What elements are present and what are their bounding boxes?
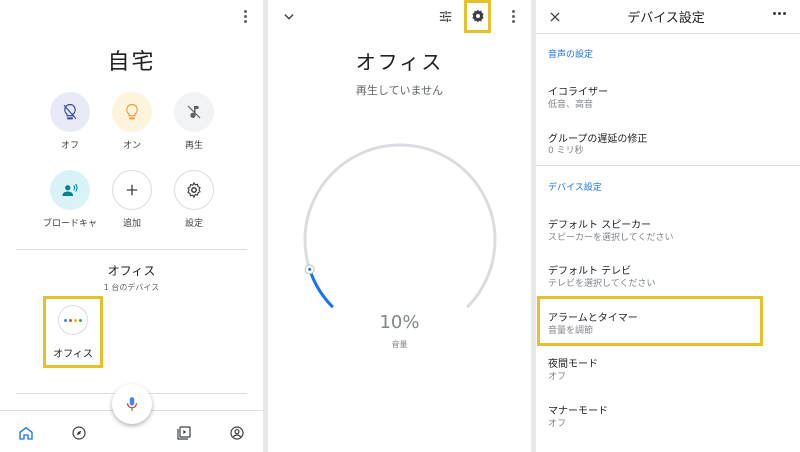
settings-button[interactable] bbox=[174, 170, 214, 210]
home-title: 自宅 bbox=[107, 50, 156, 75]
account-icon[interactable] bbox=[229, 425, 245, 441]
home-icon[interactable] bbox=[18, 425, 34, 441]
play-button[interactable] bbox=[174, 92, 214, 132]
mic-icon bbox=[126, 397, 138, 411]
add-icon bbox=[126, 184, 138, 196]
item-subtitle: テレビを選択してください bbox=[548, 279, 656, 289]
item-subtitle: 0 ミリ秒 bbox=[548, 146, 584, 156]
item-title: イコライザー bbox=[548, 87, 608, 98]
item-subtitle: 低音、高音 bbox=[548, 100, 594, 110]
item-subtitle: 音量を調節 bbox=[548, 326, 594, 336]
bulb-icon bbox=[126, 103, 138, 120]
volume-fill bbox=[308, 268, 334, 309]
item-title: 夜間モード bbox=[548, 359, 598, 370]
close-icon[interactable] bbox=[548, 10, 562, 24]
bulb-off-icon bbox=[63, 103, 77, 120]
item-title: アラームとタイマー bbox=[548, 313, 638, 324]
volume-knob-center bbox=[308, 267, 312, 271]
item-subtitle: オフ bbox=[548, 419, 567, 429]
gear-icon bbox=[187, 181, 201, 199]
broadcast-icon bbox=[62, 183, 78, 196]
item-title: デフォルト スピーカー bbox=[548, 220, 652, 231]
media-icon[interactable] bbox=[176, 425, 192, 441]
mic-button[interactable] bbox=[112, 384, 152, 424]
settings-title: デバイス設定 bbox=[627, 11, 705, 26]
explore-icon[interactable] bbox=[71, 425, 87, 441]
music-off-icon bbox=[187, 105, 201, 119]
section-heading-device: デバイス設定 bbox=[548, 183, 602, 193]
lights-on-button[interactable] bbox=[112, 92, 152, 132]
item-subtitle: スピーカーを選択してください bbox=[548, 233, 674, 243]
volume-dial[interactable] bbox=[268, 0, 531, 452]
broadcast-button[interactable] bbox=[50, 170, 90, 210]
lights-off-button[interactable] bbox=[50, 92, 90, 132]
volume-label: 音量 bbox=[391, 340, 408, 349]
room-device-count: 1 台のデバイス bbox=[103, 283, 160, 292]
settings-header: デバイス設定 bbox=[536, 0, 800, 34]
device-tile-label[interactable]: オフィス bbox=[44, 345, 102, 360]
item-subtitle: オフ bbox=[548, 372, 567, 382]
settings-panel: デバイス設定 音声の設定 イコライザー 低音、高音 グループの遅延の修正 0 ミ… bbox=[536, 0, 800, 452]
quick-action-label: 再生 bbox=[184, 141, 203, 151]
device-panel: オフィス 再生していません 10% 音量 bbox=[268, 0, 531, 452]
more-horiz-icon[interactable] bbox=[773, 12, 786, 15]
add-button[interactable] bbox=[112, 170, 152, 210]
google-home-speaker-icon[interactable] bbox=[58, 305, 88, 335]
divider bbox=[536, 165, 800, 166]
divider bbox=[16, 249, 247, 250]
volume-value: 10% bbox=[379, 312, 420, 333]
home-panel: 自宅 オフ オン 再生 ブロードキャ 追加 設定 オフィス 1 台のデバイス オ… bbox=[0, 0, 263, 452]
quick-action-label: 設定 bbox=[184, 219, 203, 229]
volume-track bbox=[303, 143, 497, 309]
section-heading-audio: 音声の設定 bbox=[548, 50, 594, 60]
item-title: マナーモード bbox=[548, 406, 608, 417]
room-title: オフィス bbox=[107, 264, 156, 278]
item-title: デフォルト テレビ bbox=[548, 266, 632, 277]
more-vert-icon[interactable] bbox=[237, 8, 253, 24]
